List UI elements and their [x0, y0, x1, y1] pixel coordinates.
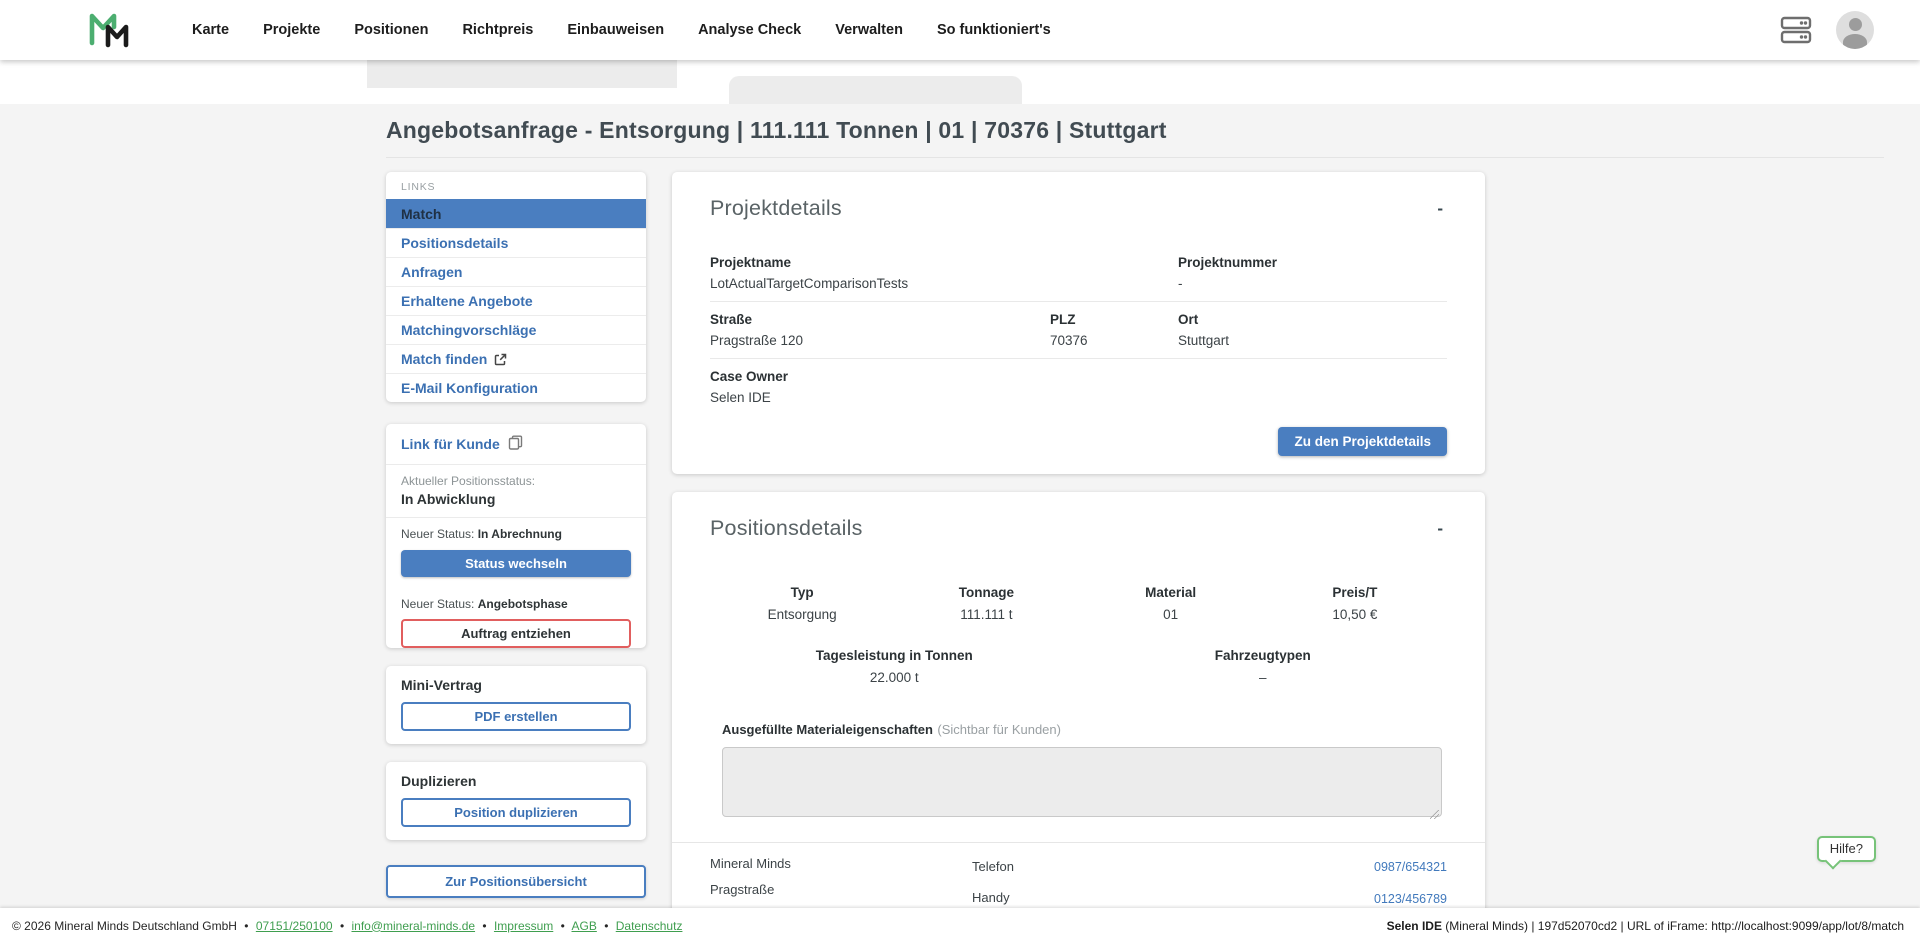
field-typ: Typ Entsorgung — [710, 585, 894, 622]
footer-link-impressum[interactable]: Impressum — [494, 919, 553, 933]
contact-telefon-number[interactable]: 0987/654321 — [1374, 860, 1447, 874]
project-details-title: Projektdetails — [710, 196, 842, 221]
next-status-line-2: Neuer Status: Angebotsphase — [386, 588, 646, 614]
contact-street: Pragstraße — [710, 877, 972, 903]
material-properties-hint: (Sichtbar für Kunden) — [937, 722, 1061, 737]
links-card-header: LINKS — [386, 172, 646, 199]
collapse-project-details-icon[interactable]: - — [1433, 199, 1447, 219]
footer-link-datenschutz[interactable]: Datenschutz — [616, 919, 683, 933]
page-title: Angebotsanfrage - Entsorgung | 111.111 T… — [386, 117, 1880, 144]
mineral-minds-logo-icon — [88, 12, 134, 48]
duplicate-card: Duplizieren Position duplizieren — [386, 762, 646, 840]
field-fahrzeugtypen: Fahrzeugtypen – — [1079, 648, 1448, 685]
contact-section: Mineral Minds Pragstraße 70376 Stuttgart… — [672, 842, 1485, 908]
sidebar-item-erhaltene-angebote[interactable]: Erhaltene Angebote — [386, 286, 646, 315]
nav-item-verwalten[interactable]: Verwalten — [835, 22, 903, 38]
footer-left: © 2026 Mineral Minds Deutschland GmbH • … — [12, 919, 682, 933]
external-link-icon — [494, 353, 507, 366]
create-pdf-button[interactable]: PDF erstellen — [401, 702, 631, 731]
user-avatar[interactable] — [1836, 11, 1874, 49]
help-button[interactable]: Hilfe? — [1817, 836, 1876, 862]
contact-handy-number[interactable]: 0123/456789 — [1374, 892, 1447, 906]
nav-item-positionen[interactable]: Positionen — [354, 22, 428, 38]
background-block-rounded — [729, 76, 1022, 104]
field-projektname: Projektname LotActualTargetComparisonTes… — [710, 255, 1178, 291]
sidebar-item-matchingvorschlaege[interactable]: Matchingvorschläge — [386, 315, 646, 344]
field-strasse: Straße Pragstraße 120 — [710, 312, 1050, 348]
customer-link[interactable]: Link für Kunde — [386, 424, 646, 464]
current-status-label: Aktueller Positionsstatus: — [401, 474, 631, 488]
server-stack-icon[interactable] — [1780, 16, 1812, 44]
top-navbar: Karte Projekte Positionen Richtpreis Ein… — [0, 0, 1920, 60]
sidebar-item-email-konfiguration[interactable]: E-Mail Konfiguration — [386, 373, 646, 402]
footer-link-email[interactable]: info@mineral-minds.de — [351, 919, 475, 933]
footer-copyright: © 2026 Mineral Minds Deutschland GmbH — [12, 919, 237, 933]
next-status-line-1: Neuer Status: In Abrechnung — [386, 518, 646, 544]
nav-item-projekte[interactable]: Projekte — [263, 22, 320, 38]
project-details-card: Projektdetails - Projektname LotActualTa… — [672, 172, 1485, 474]
background-block — [367, 60, 677, 88]
to-project-details-button[interactable]: Zu den Projektdetails — [1278, 427, 1447, 456]
sidebar-item-match-finden[interactable]: Match finden — [386, 344, 646, 373]
duplicate-position-button[interactable]: Position duplizieren — [401, 798, 631, 827]
sidebar: LINKS Match Positionsdetails Anfragen Er… — [386, 172, 646, 898]
nav-item-analyse-check[interactable]: Analyse Check — [698, 22, 801, 38]
sidebar-item-positionsdetails[interactable]: Positionsdetails — [386, 228, 646, 257]
scroll-remnant-strip — [0, 60, 1920, 104]
nav-item-richtpreis[interactable]: Richtpreis — [462, 22, 533, 38]
status-card: Link für Kunde Aktueller Positionsstatus… — [386, 424, 646, 648]
nav-item-karte[interactable]: Karte — [192, 22, 229, 38]
field-tagesleistung: Tagesleistung in Tonnen 22.000 t — [710, 648, 1079, 685]
position-details-card: Positionsdetails - Typ Entsorgung Tonnag… — [672, 492, 1485, 908]
mini-contract-card: Mini-Vertrag PDF erstellen — [386, 666, 646, 744]
current-status-value: In Abwicklung — [401, 491, 631, 507]
contact-handy-label: Handy — [972, 882, 1172, 908]
next-status-value-2: Angebotsphase — [478, 597, 568, 611]
copy-icon[interactable] — [508, 435, 523, 453]
position-overview-button[interactable]: Zur Positionsübersicht — [386, 865, 646, 898]
change-status-button[interactable]: Status wechseln — [401, 550, 631, 577]
brand-logo[interactable] — [88, 12, 134, 48]
mini-contract-title: Mini-Vertrag — [401, 677, 631, 693]
contact-telefon-label: Telefon — [972, 851, 1172, 882]
avatar-body-icon — [1843, 34, 1867, 49]
field-preis-pro-tonne: Preis/T 10,50 € — [1263, 585, 1447, 622]
footer-session-info: Selen IDE (Mineral Minds) | 197d52070cd2… — [1387, 919, 1904, 933]
main-content: Projektdetails - Projektname LotActualTa… — [672, 172, 1485, 908]
field-material: Material 01 — [1079, 585, 1263, 622]
sidebar-item-anfragen[interactable]: Anfragen — [386, 257, 646, 286]
next-status-value-1: In Abrechnung — [478, 527, 562, 541]
sidebar-item-match[interactable]: Match — [386, 199, 646, 228]
field-plz: PLZ 70376 — [1050, 312, 1178, 348]
field-projektnummer: Projektnummer - — [1178, 255, 1447, 291]
material-properties-label: Ausgefüllte Materialeigenschaften (Sicht… — [722, 721, 1439, 739]
field-case-owner: Case Owner Selen IDE — [710, 369, 1447, 405]
nav-item-so-funktionierts[interactable]: So funktioniert's — [937, 22, 1051, 38]
material-properties-textarea[interactable] — [722, 747, 1442, 817]
position-details-title: Positionsdetails — [710, 516, 863, 541]
collapse-position-details-icon[interactable]: - — [1433, 519, 1447, 539]
nav-item-einbauweisen[interactable]: Einbauweisen — [567, 22, 664, 38]
field-ort: Ort Stuttgart — [1178, 312, 1447, 348]
contact-company: Mineral Minds — [710, 851, 972, 877]
title-divider — [386, 157, 1884, 158]
avatar-head-icon — [1849, 18, 1862, 31]
withdraw-order-button[interactable]: Auftrag entziehen — [401, 619, 631, 648]
duplicate-title: Duplizieren — [401, 773, 631, 789]
main-nav: Karte Projekte Positionen Richtpreis Ein… — [192, 22, 1051, 38]
footer-link-phone[interactable]: 07151/250100 — [256, 919, 333, 933]
page-body: Angebotsanfrage - Entsorgung | 111.111 T… — [0, 104, 1920, 908]
field-tonnage: Tonnage 111.111 t — [894, 585, 1078, 622]
footer: © 2026 Mineral Minds Deutschland GmbH • … — [0, 908, 1920, 943]
links-card: LINKS Match Positionsdetails Anfragen Er… — [386, 172, 646, 402]
footer-link-agb[interactable]: AGB — [572, 919, 597, 933]
